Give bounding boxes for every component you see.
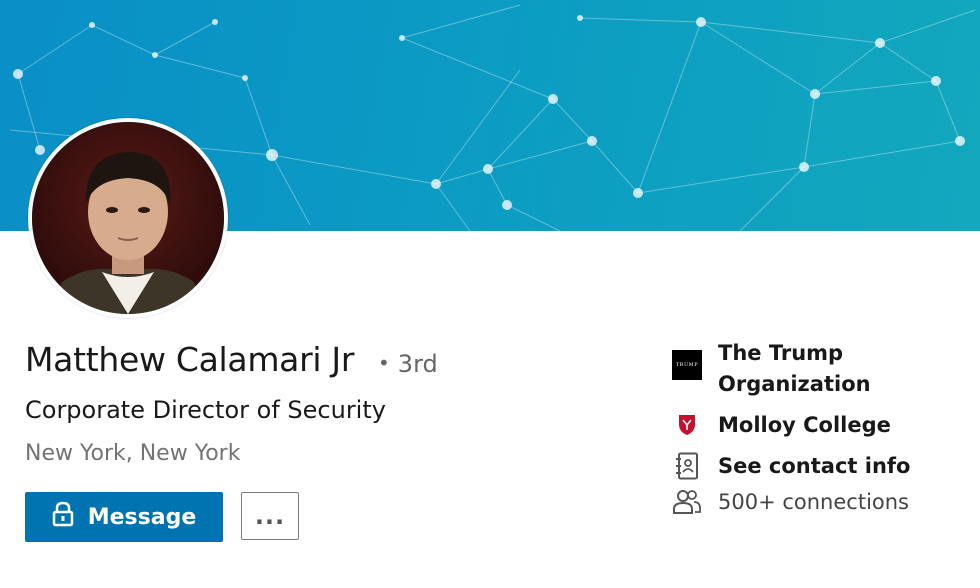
school-name: Molloy College	[718, 413, 891, 437]
company-name-line1: The Trump	[718, 341, 844, 365]
profile-avatar[interactable]	[28, 118, 228, 318]
connections-count[interactable]: 500+ connections	[672, 487, 909, 518]
message-button-label: Message	[87, 504, 197, 530]
profile-headline: Corporate Director of Security	[25, 396, 386, 424]
current-company[interactable]: TRUMP The Trump Organization	[672, 338, 871, 400]
company-name: The Trump Organization	[718, 338, 871, 400]
ellipsis-icon: ...	[254, 502, 286, 530]
separator-dot: •	[378, 351, 390, 375]
profile-location: New York, New York	[25, 441, 241, 466]
contact-info-label: See contact info	[718, 454, 911, 478]
company-logo: TRUMP	[672, 350, 702, 380]
profile-name: Matthew Calamari Jr	[25, 340, 355, 379]
more-actions-button[interactable]: ...	[241, 492, 299, 540]
contact-info-link[interactable]: See contact info	[672, 451, 910, 482]
degree-label: 3rd	[397, 350, 438, 378]
connections-label: 500+ connections	[718, 490, 909, 514]
school-crest-icon	[672, 410, 702, 440]
message-button[interactable]: Message	[25, 492, 223, 542]
address-book-icon	[672, 451, 702, 481]
people-icon	[672, 487, 702, 517]
profile-photo	[32, 122, 224, 314]
company-name-line2: Organization	[718, 372, 871, 396]
connection-degree: • 3rd	[378, 350, 438, 378]
education-school[interactable]: Molloy College	[672, 410, 891, 441]
lock-icon	[52, 501, 74, 533]
